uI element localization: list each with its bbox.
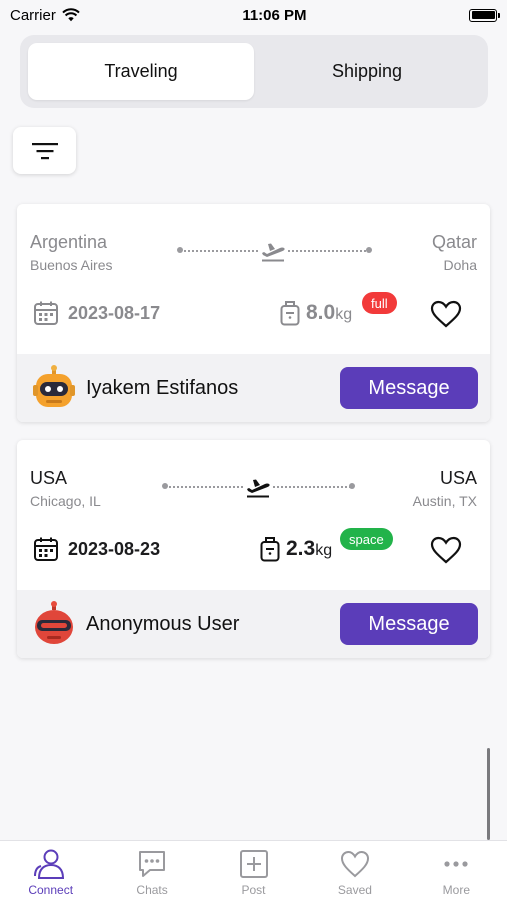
traveler-row: Anonymous User Message (17, 590, 490, 658)
luggage-capacity: 2.3kg (260, 536, 332, 562)
status-badge: full (362, 292, 397, 314)
date-value: 2023-08-23 (68, 538, 161, 559)
filter-button[interactable] (13, 127, 76, 174)
tab-saved[interactable]: Saved (304, 841, 405, 900)
tab-connect-label: Connect (28, 883, 74, 897)
save-heart-button[interactable] (430, 300, 462, 333)
post-icon (239, 850, 268, 878)
wifi-icon (62, 8, 80, 22)
trip-card[interactable]: Argentina Buenos Aires Qatar Doha 2023-0… (17, 204, 490, 422)
avatar[interactable] (32, 601, 76, 646)
to-country: Qatar (431, 232, 477, 252)
from-city: Chicago, IL (30, 493, 101, 509)
status-badge: space (340, 528, 393, 550)
tab-post[interactable]: Post (203, 841, 304, 900)
from-city: Buenos Aires (30, 257, 113, 273)
route-start-dot (162, 483, 168, 489)
message-button[interactable]: Message (340, 367, 478, 409)
weight-value: 2.3 (286, 537, 316, 560)
route-start-dot (177, 247, 183, 253)
to-city: Doha (443, 257, 477, 273)
battery-icon (469, 8, 500, 22)
tab-chats-label: Chats (136, 883, 168, 897)
traveler-row: Iyakem Estifanos Message (17, 354, 490, 422)
luggage-icon (260, 537, 280, 562)
clock: 11:06 PM (242, 6, 307, 24)
robot-avatar-icon (35, 601, 73, 644)
from-country: USA (30, 468, 68, 488)
scrollbar[interactable] (487, 748, 490, 840)
weight-unit: kg (315, 542, 333, 559)
weight-value: 8.0 (306, 301, 336, 324)
saved-icon (340, 850, 369, 878)
tab-connect[interactable]: Connect (0, 841, 101, 900)
trip-details: Argentina Buenos Aires Qatar Doha 2023-0… (17, 204, 490, 354)
weight-unit: kg (335, 306, 353, 323)
route-end-dot (349, 483, 355, 489)
trip-type-segment: Traveling Shipping (20, 35, 488, 108)
tab-traveling[interactable]: Traveling (28, 43, 254, 100)
save-heart-button[interactable] (430, 536, 462, 569)
calendar-icon (34, 537, 58, 561)
status-left: Carrier (10, 7, 80, 24)
status-bar: Carrier 11:06 PM (0, 0, 507, 30)
heart-icon (430, 300, 462, 328)
trip-card[interactable]: USA Chicago, IL USA Austin, TX 2023-08-2… (17, 440, 490, 658)
more-icon (444, 861, 468, 867)
tab-more[interactable]: More (406, 841, 507, 900)
chats-icon (139, 851, 166, 877)
from-country: Argentina (30, 232, 108, 252)
tab-saved-label: Saved (337, 883, 372, 897)
traveler-name: Iyakem Estifanos (86, 376, 239, 399)
connect-icon (33, 849, 64, 879)
tab-post-label: Post (241, 883, 266, 897)
tab-shipping[interactable]: Shipping (254, 43, 480, 100)
date-value: 2023-08-17 (68, 302, 161, 323)
calendar-icon (34, 301, 58, 325)
avatar[interactable] (32, 365, 76, 410)
trip-date: 2023-08-23 (33, 536, 160, 562)
trip-date: 2023-08-17 (33, 300, 160, 326)
plane-takeoff-icon (258, 238, 288, 264)
filter-icon (31, 142, 58, 159)
trip-details: USA Chicago, IL USA Austin, TX 2023-08-2… (17, 440, 490, 590)
bottom-tab-bar: Connect Chats Post Saved More (0, 840, 507, 900)
luggage-icon (280, 301, 300, 326)
plane-takeoff-icon (243, 474, 273, 500)
luggage-capacity: 8.0kg (280, 300, 352, 326)
message-button[interactable]: Message (340, 603, 478, 645)
tab-chats[interactable]: Chats (101, 841, 202, 900)
route-end-dot (366, 247, 372, 253)
traveler-name: Anonymous User (86, 612, 240, 635)
tab-more-label: More (442, 883, 470, 897)
to-country: USA (439, 468, 477, 488)
to-city: Austin, TX (412, 493, 477, 509)
robot-avatar-icon (33, 365, 75, 407)
heart-icon (430, 536, 462, 564)
carrier-label: Carrier (10, 6, 56, 24)
